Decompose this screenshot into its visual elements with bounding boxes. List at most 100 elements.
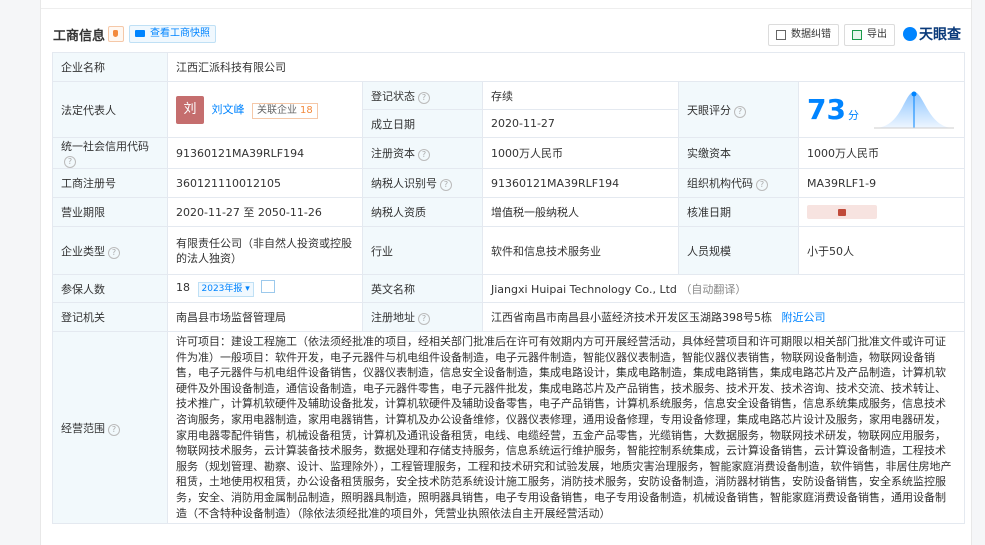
org-code-value: MA39RLF1-9 xyxy=(797,168,966,198)
staff-size-label: 人员规模 xyxy=(678,226,799,275)
taxpayer-qual-value: 增值税一般纳税人 xyxy=(482,197,679,227)
business-info-table: 企业名称 江西汇派科技有限公司 法定代表人 刘 刘文峰 关联企业 18 登记状态?… xyxy=(52,52,966,525)
org-code-label: 组织机构代码? xyxy=(678,168,799,198)
snapshot-label: 查看工商快照 xyxy=(150,28,210,39)
table-row: 经营范围? 许可项目：建设工程施工（依法须经批准的项目，经相关部门批准后在许可有… xyxy=(52,330,966,525)
help-icon[interactable]: ? xyxy=(108,246,120,259)
help-icon[interactable]: ? xyxy=(756,179,768,191)
reg-address-label-text: 注册地址 xyxy=(371,311,415,324)
biz-reg-no-value: 360121110012105 xyxy=(167,168,363,198)
insured-label: 参保人数 xyxy=(52,274,168,303)
lock-icon[interactable] xyxy=(807,205,877,219)
industry-label: 行业 xyxy=(362,226,483,275)
company-name-value: 江西汇派科技有限公司 xyxy=(166,52,966,82)
help-icon[interactable]: ? xyxy=(108,423,120,436)
pin-icon[interactable] xyxy=(108,26,124,42)
help-icon[interactable]: ? xyxy=(64,156,76,168)
english-name-value: Jiangxi Huipai Technology Co., Ltd xyxy=(491,282,677,296)
reg-status-label-text: 登记状态 xyxy=(371,89,415,103)
help-icon[interactable]: ? xyxy=(418,149,430,161)
legal-rep-cell: 刘 刘文峰 关联企业 18 xyxy=(167,81,363,138)
company-type-label: 企业类型? xyxy=(52,226,168,275)
help-icon[interactable]: ? xyxy=(440,179,452,191)
taxpayer-id-label-text: 纳税人识别号 xyxy=(371,177,437,190)
help-icon[interactable]: ? xyxy=(734,105,746,118)
org-code-label-text: 组织机构代码 xyxy=(687,177,753,190)
approval-date-label: 核准日期 xyxy=(678,197,799,227)
business-info-panel: 工商信息 查看工商快照 数据纠错 导出 天眼查 企业名称 江西汇派科技有限公司 … xyxy=(40,0,972,545)
tyc-score-label: 天眼评分? xyxy=(678,81,799,138)
score-value: 73 xyxy=(807,93,846,126)
table-row: 企业类型? 有限责任公司（非自然人投资或控股的法人独资） 行业 软件和信息技术服… xyxy=(52,226,966,275)
camera-icon xyxy=(135,30,145,37)
table-row: 营业期限 2020-11-27 至 2050-11-26 纳税人资质 增值税一般… xyxy=(52,197,966,227)
table-row: 参保人数 18 2023年报 ▾ 英文名称 Jiangxi Huipai Tec… xyxy=(52,274,966,303)
insured-value: 18 xyxy=(176,281,190,294)
correction-button[interactable]: 数据纠错 xyxy=(768,24,839,46)
panel-header: 工商信息 查看工商快照 数据纠错 导出 天眼查 xyxy=(41,20,971,50)
biz-scope-value: 许可项目：建设工程施工（依法须经批准的项目，经相关部门批准后在许可有效期内方可开… xyxy=(166,330,966,525)
biz-scope-label: 经营范围? xyxy=(52,330,168,525)
reg-capital-label-text: 注册资本 xyxy=(371,147,415,160)
company-type-value: 有限责任公司（非自然人投资或控股的法人独资） xyxy=(167,226,363,275)
credit-code-label-text: 统一社会信用代码 xyxy=(61,140,149,153)
biz-reg-no-label: 工商注册号 xyxy=(52,168,168,198)
logo-icon xyxy=(903,27,917,41)
nearby-companies-link[interactable]: 附近公司 xyxy=(782,311,826,324)
founded-label: 成立日期 xyxy=(362,109,483,138)
snapshot-button[interactable]: 查看工商快照 xyxy=(129,25,216,43)
table-row: 统一社会信用代码? 91360121MA39RLF194 注册资本? 1000万… xyxy=(52,137,966,169)
score-marker-dot xyxy=(911,91,917,97)
company-name-label: 企业名称 xyxy=(52,52,168,82)
tyc-score-label-text: 天眼评分 xyxy=(687,103,731,117)
tyc-score-cell[interactable]: 73 分 xyxy=(797,81,966,138)
table-row: 登记机关 南昌县市场监督管理局 注册地址? 江西省南昌市南昌县小蓝经济技术开发区… xyxy=(52,302,966,332)
approval-date-cell xyxy=(797,197,966,227)
biz-scope-label-text: 经营范围 xyxy=(61,421,105,435)
biz-term-value: 2020-11-27 至 2050-11-26 xyxy=(167,197,363,227)
taxpayer-id-value: 91360121MA39RLF194 xyxy=(482,168,679,198)
english-name-label: 英文名称 xyxy=(362,274,483,303)
staff-size-value: 小于50人 xyxy=(797,226,966,275)
export-button[interactable]: 导出 xyxy=(844,24,895,46)
help-icon[interactable]: ? xyxy=(418,91,430,104)
related-count: 18 xyxy=(300,104,313,116)
avatar[interactable]: 刘 xyxy=(176,95,204,124)
legal-rep-name-link[interactable]: 刘文峰 xyxy=(212,103,245,116)
reg-authority-value: 南昌县市场监督管理局 xyxy=(167,302,363,332)
reg-status-value: 存续 xyxy=(482,81,679,110)
annual-report-tag[interactable]: 2023年报 ▾ xyxy=(197,282,254,297)
related-companies-tag[interactable]: 关联企业 18 xyxy=(252,102,318,119)
table-row: 法定代表人 刘 刘文峰 关联企业 18 登记状态? 存续 天眼评分? 73 分 xyxy=(52,81,966,138)
auto-translate-note: （自动翻译） xyxy=(680,282,747,296)
paid-capital-label: 实缴资本 xyxy=(678,137,799,169)
correction-label: 数据纠错 xyxy=(791,29,831,40)
reg-address-cell: 江西省南昌市南昌县小蓝经济技术开发区玉湖路398号5栋 附近公司 xyxy=(481,302,966,332)
taxpayer-id-label: 纳税人识别号? xyxy=(362,168,483,198)
tianyancha-logo[interactable]: 天眼查 xyxy=(903,24,961,44)
help-icon[interactable]: ? xyxy=(418,313,430,325)
biz-term-label: 营业期限 xyxy=(52,197,168,227)
reg-capital-value: 1000万人民币 xyxy=(482,137,679,169)
taxpayer-qual-label: 纳税人资质 xyxy=(362,197,483,227)
table-row: 工商注册号 360121110012105 纳税人识别号? 91360121MA… xyxy=(52,168,966,198)
reg-capital-label: 注册资本? xyxy=(362,137,483,169)
table-row: 企业名称 江西汇派科技有限公司 xyxy=(52,52,966,82)
industry-value: 软件和信息技术服务业 xyxy=(482,226,679,275)
annual-report-year: 2023年报 xyxy=(201,284,243,294)
reg-authority-label: 登记机关 xyxy=(52,302,168,332)
score-unit: 分 xyxy=(847,109,859,122)
trend-chart-icon[interactable] xyxy=(261,280,276,293)
section-title: 工商信息 xyxy=(53,29,106,44)
edit-icon xyxy=(776,30,786,40)
legal-rep-label: 法定代表人 xyxy=(52,81,168,138)
export-label: 导出 xyxy=(867,29,887,40)
logo-text: 天眼查 xyxy=(919,27,961,43)
paid-capital-value: 1000万人民币 xyxy=(797,137,966,169)
related-label: 关联企业 xyxy=(257,104,297,116)
panel-top-divider xyxy=(41,0,971,9)
founded-value: 2020-11-27 xyxy=(482,109,679,138)
insured-cell: 18 2023年报 ▾ xyxy=(167,274,363,303)
reg-status-label: 登记状态? xyxy=(362,81,483,110)
score-distribution-chart xyxy=(874,91,955,129)
